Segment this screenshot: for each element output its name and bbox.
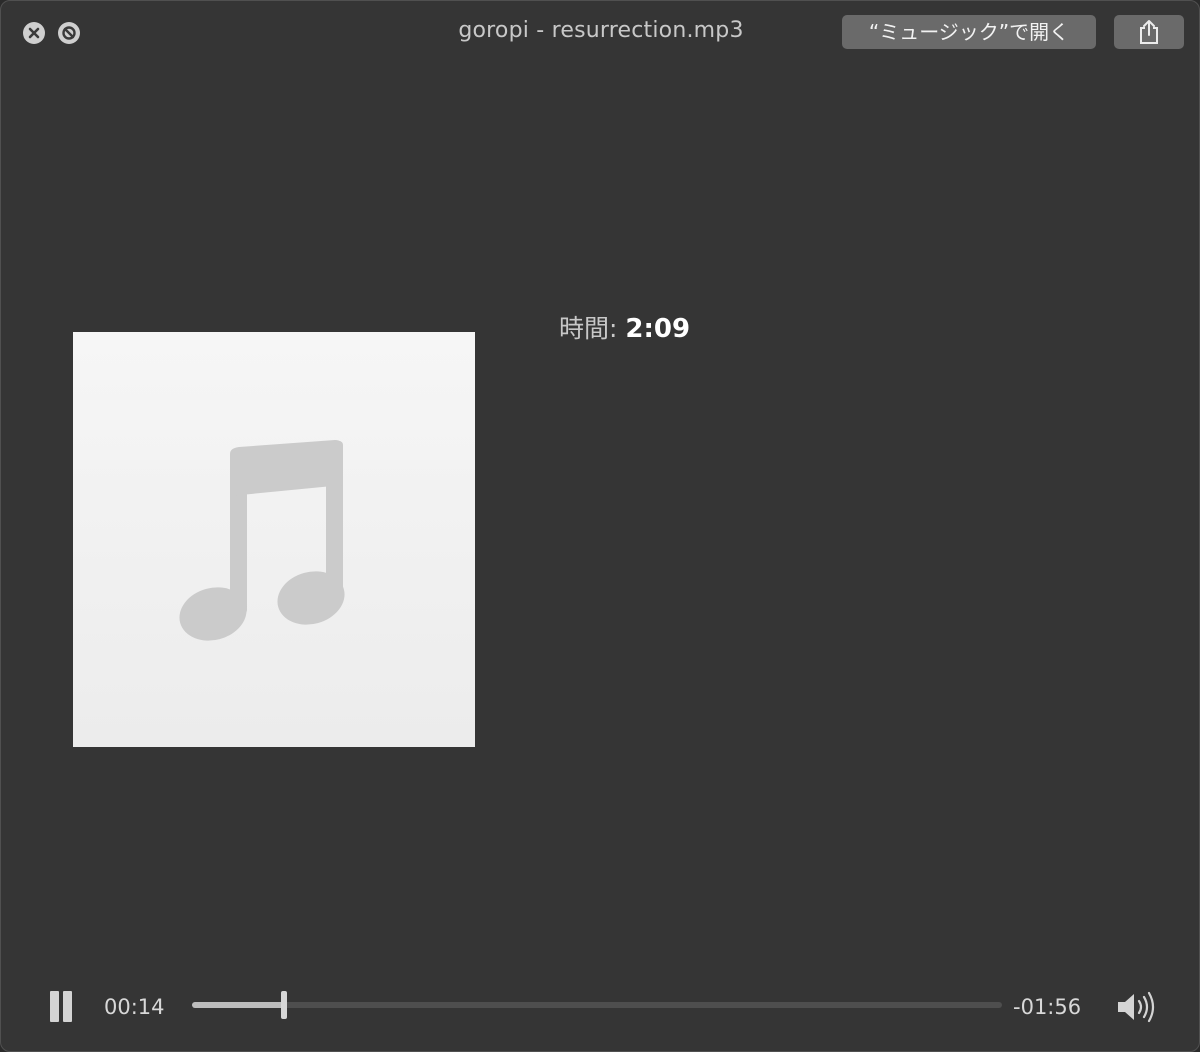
playback-scrubber[interactable]: [192, 991, 1002, 1019]
pause-icon: [50, 991, 59, 1022]
elapsed-time: 00:14: [104, 995, 165, 1019]
duration-label: 時間:: [559, 314, 618, 343]
fullscreen-icon: [62, 26, 76, 40]
fullscreen-button[interactable]: [58, 22, 80, 44]
window-title: goropi - resurrection.mp3: [458, 18, 744, 43]
pause-icon-bar: [63, 991, 72, 1022]
share-button[interactable]: [1114, 15, 1184, 49]
volume-icon: [1118, 991, 1155, 1023]
remaining-time: -01:56: [1013, 995, 1082, 1019]
close-button[interactable]: [23, 22, 45, 44]
album-artwork: [73, 332, 475, 747]
music-note-icon: [179, 440, 345, 641]
close-icon: [28, 27, 40, 39]
open-with-music-button[interactable]: “ミュージック”で開く: [842, 15, 1096, 49]
share-icon: [1140, 20, 1158, 44]
quick-look-window: goropi - resurrection.mp3 “ミュージック”で開く 時間…: [0, 0, 1200, 1052]
title-bar: goropi - resurrection.mp3 “ミュージック”で開く: [1, 1, 1199, 65]
pause-button[interactable]: [48, 991, 74, 1023]
scrubber-progress: [192, 1002, 284, 1008]
duration-info: 時間: 2:09: [559, 309, 690, 345]
duration-value: 2:09: [625, 314, 691, 344]
volume-button[interactable]: [1116, 990, 1158, 1024]
scrubber-handle[interactable]: [281, 991, 287, 1019]
